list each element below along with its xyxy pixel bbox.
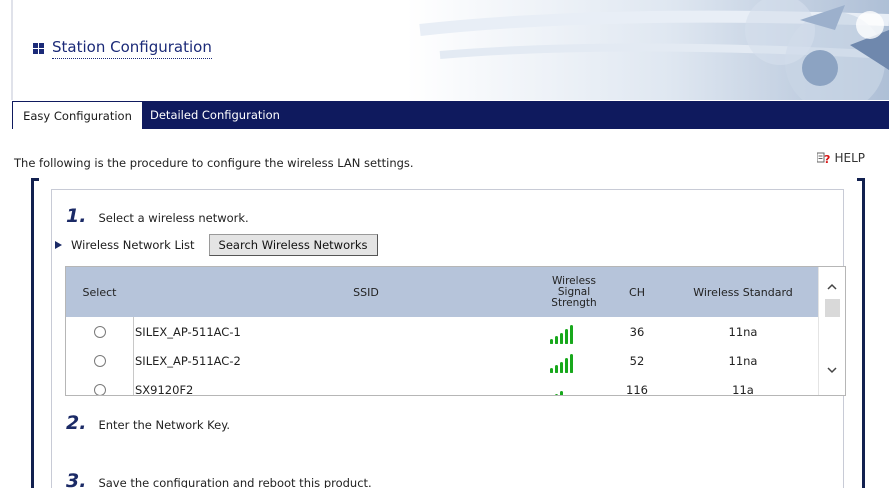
col-ssid: SSID [353, 285, 379, 299]
ch-cell: 36 [629, 324, 645, 339]
ssid-cell: SILEX_AP-511AC-2 [135, 353, 241, 368]
network-table: Select SSID Wireless Signal Strength CH … [65, 266, 846, 396]
ch-cell: 52 [629, 353, 645, 368]
help-icon: ? [816, 152, 831, 166]
signal-cell [550, 375, 573, 395]
signal-cell [550, 317, 573, 346]
col-signal: Wireless Signal Strength [551, 274, 597, 309]
network-list-row: Wireless Network List Search Wireless Ne… [55, 234, 378, 256]
search-networks-button[interactable]: Search Wireless Networks [208, 234, 378, 256]
network-radio[interactable] [94, 354, 106, 367]
table-scrollbar[interactable] [818, 267, 845, 395]
svg-text:?: ? [824, 153, 830, 164]
network-list-label: Wireless Network List [71, 238, 195, 252]
col-standard: Wireless Standard [693, 285, 793, 299]
scroll-up-icon[interactable] [826, 281, 838, 293]
step-2-number: 2. [66, 412, 87, 434]
step-1-number: 1. [66, 205, 87, 227]
table-row[interactable]: SX9120F2 116 11a [66, 375, 819, 396]
step-3-number: 3. [66, 470, 87, 488]
intro-text: The following is the procedure to config… [14, 156, 414, 170]
tab-detailed-configuration[interactable]: Detailed Configuration [150, 101, 280, 129]
col-ch: CH [629, 285, 645, 299]
select-cell [94, 375, 106, 395]
tab-bar: Easy Configuration Detailed Configuratio… [12, 101, 889, 129]
signal-strength-icon [550, 320, 573, 344]
signal-strength-icon [550, 349, 573, 373]
table-row[interactable]: SILEX_AP-511AC-2 52 11na [66, 346, 819, 375]
ssid-cell: SX9120F2 [135, 382, 194, 396]
standard-cell: 11na [728, 324, 758, 339]
select-cell [94, 317, 106, 346]
arrow-right-icon [55, 241, 62, 249]
page-title: Station Configuration [33, 38, 212, 59]
help-link[interactable]: ? HELP [816, 151, 865, 166]
signal-strength-icon [550, 378, 573, 395]
step-1: 1. Select a wireless network. [66, 205, 249, 227]
page-title-text: Station Configuration [52, 38, 212, 59]
scrollbar-thumb[interactable] [825, 299, 840, 317]
network-radio[interactable] [94, 383, 106, 395]
signal-cell [550, 346, 573, 375]
standard-cell: 11a [732, 382, 754, 396]
ch-cell: 116 [626, 382, 648, 396]
scroll-down-icon[interactable] [826, 364, 838, 376]
col-select: Select [82, 285, 117, 299]
step-3-text: Save the configuration and reboot this p… [98, 476, 372, 488]
standard-cell: 11na [728, 353, 758, 368]
select-cell [94, 346, 106, 375]
page-header: Station Configuration [0, 0, 889, 100]
network-radio[interactable] [94, 325, 106, 338]
table-header: Select SSID Wireless Signal Strength CH … [66, 267, 819, 317]
grid-icon [33, 43, 44, 54]
step-1-text: Select a wireless network. [98, 211, 249, 225]
tab-easy-configuration[interactable]: Easy Configuration [12, 101, 142, 129]
help-label: HELP [834, 151, 865, 165]
step-3: 3. Save the configuration and reboot thi… [66, 470, 372, 488]
step-2: 2. Enter the Network Key. [66, 412, 230, 434]
table-row[interactable]: SILEX_AP-511AC-1 36 11na [66, 317, 819, 346]
step-2-text: Enter the Network Key. [98, 418, 231, 432]
ssid-cell: SILEX_AP-511AC-1 [135, 324, 241, 339]
